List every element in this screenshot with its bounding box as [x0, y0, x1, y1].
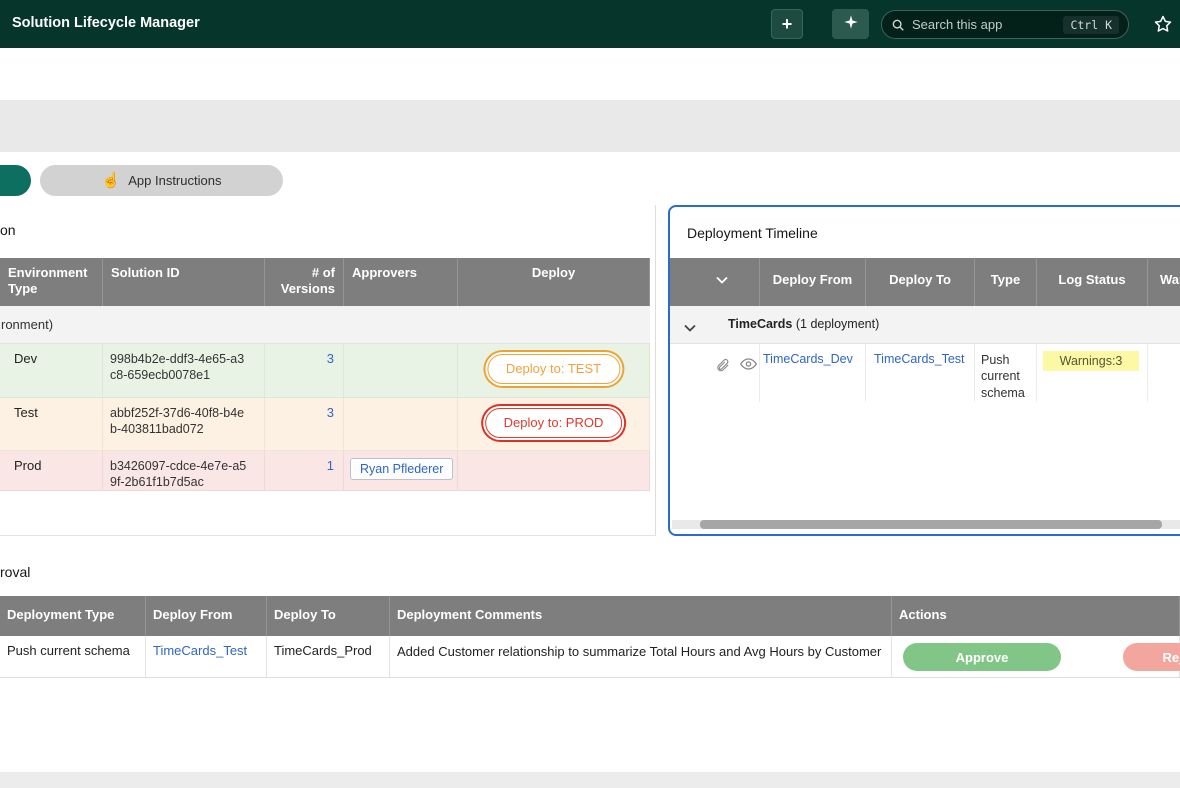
chevron-down-icon[interactable] — [684, 321, 696, 335]
col-deploy-from[interactable]: Deploy From — [760, 258, 866, 306]
solution-id-cell: abbf252f-37d6-40f8-b4eb-403811bad072 — [103, 398, 265, 450]
deploy-to-test-button[interactable]: Deploy to: TEST — [487, 354, 620, 384]
col-log-status[interactable]: Log Status — [1037, 258, 1148, 306]
favorite-button[interactable] — [1148, 9, 1178, 39]
solution-panel-title: on — [0, 222, 16, 238]
table-row-dev: Dev 998b4b2e-ddf3-4e65-a3c8-659ecb0078e1… — [0, 344, 650, 398]
add-button[interactable]: + — [771, 9, 803, 39]
timeline-table: Deploy From Deploy To Type Log Status Wa… — [670, 258, 1180, 402]
col-deploy[interactable]: Deploy — [458, 258, 650, 306]
col-approvers[interactable]: Approvers — [344, 258, 458, 306]
env-cell: Test — [0, 398, 103, 450]
top-header-bar: Solution Lifecycle Manager + Ctrl K — [0, 0, 1180, 48]
env-cell: Prod — [0, 451, 103, 490]
horizontal-scrollbar-track[interactable] — [672, 520, 1180, 529]
approver-reference-chip[interactable]: Ryan Pflederer — [350, 458, 453, 480]
solution-group-label: ronment) — [1, 317, 53, 332]
reject-button[interactable]: Reject — [1123, 643, 1180, 671]
table-row-test: Test abbf252f-37d6-40f8-b4eb-403811bad07… — [0, 398, 650, 451]
solution-panel: on Environment Type Solution ID # of Ver… — [0, 205, 656, 536]
approval-header-row: Deployment Type Deploy From Deploy To De… — [0, 596, 1180, 636]
sparkle-icon — [843, 14, 859, 35]
env-cell: Dev — [0, 344, 103, 397]
col-deployment-comments[interactable]: Deployment Comments — [390, 596, 892, 636]
deploy-to-link[interactable]: TimeCards_Test — [874, 352, 965, 366]
group-name: TimeCards — [728, 317, 792, 331]
deployment-comments-cell: Added Customer relationship to summarize… — [390, 636, 892, 677]
horizontal-scrollbar-thumb[interactable] — [700, 520, 1162, 529]
deploy-from-link[interactable]: TimeCards_Test — [153, 643, 247, 658]
timeline-data-row: TimeCards_Dev TimeCards_Test Push curren… — [670, 344, 1180, 402]
attachment-icon[interactable] — [715, 357, 730, 402]
versions-count-link[interactable]: 3 — [327, 405, 334, 420]
timeline-header-row: Deploy From Deploy To Type Log Status Wa… — [670, 258, 1180, 306]
star-icon — [1153, 14, 1173, 34]
app-root: Solution Lifecycle Manager + Ctrl K anag… — [0, 0, 1180, 788]
col-num-versions[interactable]: # of Versions — [265, 258, 344, 306]
breadcrumb-bar: anager Main — [0, 48, 1180, 100]
app-instructions-button[interactable]: ☝ App Instructions — [40, 165, 283, 196]
solution-table: Environment Type Solution ID # of Versio… — [0, 258, 650, 491]
approver-cell — [344, 398, 458, 450]
collapse-all-control[interactable] — [670, 258, 760, 306]
solution-id-cell: 998b4b2e-ddf3-4e65-a3c8-659ecb0078e1 — [103, 344, 265, 397]
deployment-type-cell: Push current schema — [0, 636, 146, 677]
refresh-pill-button[interactable] — [0, 165, 31, 196]
deployment-type-cell: Push current schema — [975, 344, 1037, 402]
actions-cell: Approve Reject — [892, 636, 1180, 677]
app-title: Solution Lifecycle Manager — [12, 15, 200, 31]
warnings-cell — [1148, 344, 1180, 402]
deploy-cell-empty — [458, 451, 650, 490]
preview-eye-icon[interactable] — [740, 357, 757, 402]
solution-id-cell: b3426097-cdce-4e7e-a59f-2b61f1b7d5ac — [103, 451, 265, 490]
app-search-box[interactable]: Ctrl K — [881, 10, 1129, 39]
solution-table-header-row: Environment Type Solution ID # of Versio… — [0, 258, 650, 306]
plus-icon: + — [782, 15, 793, 33]
col-environment-type[interactable]: Environment Type — [0, 258, 103, 306]
click-hand-icon: ☝ — [102, 173, 121, 188]
col-deploy-to[interactable]: Deploy To — [267, 596, 390, 636]
col-type[interactable]: Type — [975, 258, 1037, 306]
col-deploy-to[interactable]: Deploy To — [866, 258, 975, 306]
bottom-band — [0, 772, 1180, 788]
automation-button[interactable] — [832, 9, 869, 39]
col-deploy-from[interactable]: Deploy From — [146, 596, 267, 636]
versions-count-link[interactable]: 1 — [327, 458, 334, 473]
deployment-timeline-panel: Deployment Timeline Deploy From Deploy T… — [668, 205, 1180, 536]
group-count: (1 deployment) — [792, 317, 879, 331]
deploy-to-cell: TimeCards_Prod — [267, 636, 390, 677]
chevron-down-icon — [716, 272, 728, 287]
col-actions[interactable]: Actions — [892, 596, 1180, 636]
approve-button[interactable]: Approve — [903, 643, 1061, 671]
col-solution-id[interactable]: Solution ID — [103, 258, 265, 306]
approval-table: Deployment Type Deploy From Deploy To De… — [0, 596, 1180, 678]
col-deployment-type[interactable]: Deployment Type — [0, 596, 146, 636]
approval-data-row: Push current schema TimeCards_Test TimeC… — [0, 636, 1180, 678]
solution-group-row[interactable]: ronment) — [0, 306, 650, 344]
search-shortcut-hint: Ctrl K — [1063, 16, 1119, 34]
app-instructions-label: App Instructions — [128, 173, 221, 188]
approver-cell — [344, 344, 458, 397]
search-input[interactable] — [912, 17, 1063, 32]
log-status-warning-badge[interactable]: Warnings:3 — [1043, 351, 1139, 371]
timeline-title: Deployment Timeline — [687, 225, 818, 241]
approval-section-title: roval — [0, 564, 30, 580]
table-row-prod: Prod b3426097-cdce-4e7e-a59f-2b61f1b7d5a… — [0, 451, 650, 491]
timeline-group-row: TimeCards (1 deployment) — [670, 306, 1180, 344]
deploy-to-prod-button[interactable]: Deploy to: PROD — [485, 408, 623, 438]
page-header-band — [0, 100, 1180, 152]
search-icon — [891, 18, 905, 32]
versions-count-link[interactable]: 3 — [327, 351, 334, 366]
col-warnings[interactable]: Warnings — [1148, 258, 1180, 306]
deploy-from-link[interactable]: TimeCards_Dev — [763, 352, 853, 366]
